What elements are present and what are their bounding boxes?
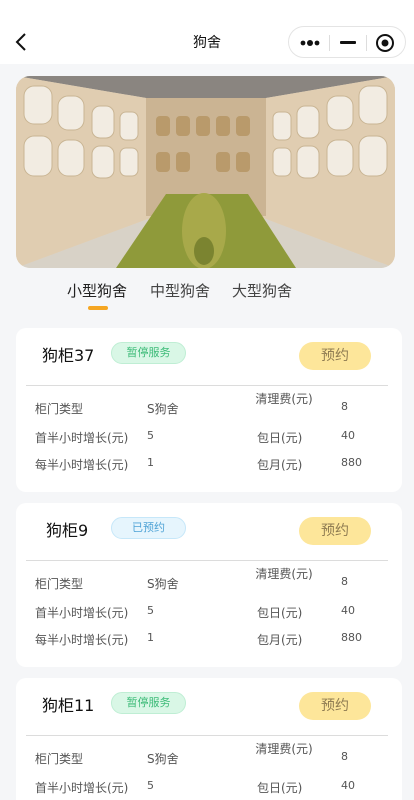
book-button[interactable]: 预约 <box>299 517 371 545</box>
more-dots-icon[interactable] <box>299 37 323 49</box>
daily-rate-label: 包日(元) <box>257 431 303 445</box>
kennel-card: 狗柜37 暂停服务 预约 柜门类型 S狗舍 清理费(元) 8 首半小时增长(元)… <box>16 328 402 492</box>
per-half-hour-label: 每半小时增长(元) <box>35 458 129 472</box>
door-type-label: 柜门类型 <box>35 577 84 591</box>
capsule-divider <box>329 35 330 51</box>
card-divider <box>26 385 388 386</box>
card-divider <box>26 560 388 561</box>
door-type-label: 柜门类型 <box>35 402 84 416</box>
per-half-hour-value: 1 <box>147 631 154 644</box>
first-half-hour-value: 5 <box>147 604 154 617</box>
monthly-rate-value: 880 <box>341 456 362 469</box>
kennel-name: 狗柜11 <box>42 696 95 715</box>
per-half-hour-value: 1 <box>147 456 154 469</box>
door-type-value: S狗舍 <box>147 577 179 591</box>
capsule-divider <box>366 35 367 51</box>
status-badge: 暂停服务 <box>111 692 186 714</box>
first-half-hour-value: 5 <box>147 429 154 442</box>
first-half-hour-label: 首半小时增长(元) <box>35 781 129 795</box>
status-badge: 已预约 <box>111 517 186 539</box>
cleaning-fee-value: 8 <box>341 400 348 413</box>
first-half-hour-label: 首半小时增长(元) <box>35 606 129 620</box>
close-target-icon[interactable] <box>375 33 395 53</box>
daily-rate-label: 包日(元) <box>257 606 303 620</box>
daily-rate-label: 包日(元) <box>257 781 303 795</box>
kennel-card: 狗柜9 已预约 预约 柜门类型 S狗舍 清理费(元) 8 首半小时增长(元) 5… <box>16 503 402 667</box>
first-half-hour-value: 5 <box>147 779 154 792</box>
book-button[interactable]: 预约 <box>299 692 371 720</box>
per-half-hour-label: 每半小时增长(元) <box>35 633 129 647</box>
monthly-rate-label: 包月(元) <box>257 633 303 647</box>
active-tab-indicator <box>88 306 108 310</box>
kennel-card: 狗柜11 暂停服务 预约 柜门类型 S狗舍 清理费(元) 8 首半小时增长(元)… <box>16 678 402 800</box>
card-divider <box>26 735 388 736</box>
door-type-value: S狗舍 <box>147 752 179 766</box>
minimize-icon[interactable] <box>340 41 356 44</box>
cleaning-fee-label: 清理费(元) <box>255 567 313 581</box>
daily-rate-value: 40 <box>341 429 355 442</box>
status-badge: 暂停服务 <box>111 342 186 364</box>
cleaning-fee-label: 清理费(元) <box>255 742 313 756</box>
tab-medium-kennel[interactable]: 中型狗舍 <box>150 280 210 301</box>
door-type-value: S狗舍 <box>147 402 179 416</box>
tab-small-kennel[interactable]: 小型狗舍 <box>67 280 127 301</box>
first-half-hour-label: 首半小时增长(元) <box>35 431 129 445</box>
kennel-size-tabs: 小型狗舍 中型狗舍 大型狗舍 <box>0 280 414 310</box>
mini-program-capsule <box>288 26 406 58</box>
tab-large-kennel[interactable]: 大型狗舍 <box>232 280 292 301</box>
nav-bar: 狗舍 <box>0 0 414 64</box>
book-button[interactable]: 预约 <box>299 342 371 370</box>
door-type-label: 柜门类型 <box>35 752 84 766</box>
monthly-rate-label: 包月(元) <box>257 458 303 472</box>
kennel-banner-image <box>16 76 395 268</box>
daily-rate-value: 40 <box>341 779 355 792</box>
kennel-name: 狗柜9 <box>46 521 89 540</box>
cleaning-fee-label: 清理费(元) <box>255 392 313 406</box>
daily-rate-value: 40 <box>341 604 355 617</box>
cleaning-fee-value: 8 <box>341 575 348 588</box>
monthly-rate-value: 880 <box>341 631 362 644</box>
cleaning-fee-value: 8 <box>341 750 348 763</box>
kennel-name: 狗柜37 <box>42 346 95 365</box>
